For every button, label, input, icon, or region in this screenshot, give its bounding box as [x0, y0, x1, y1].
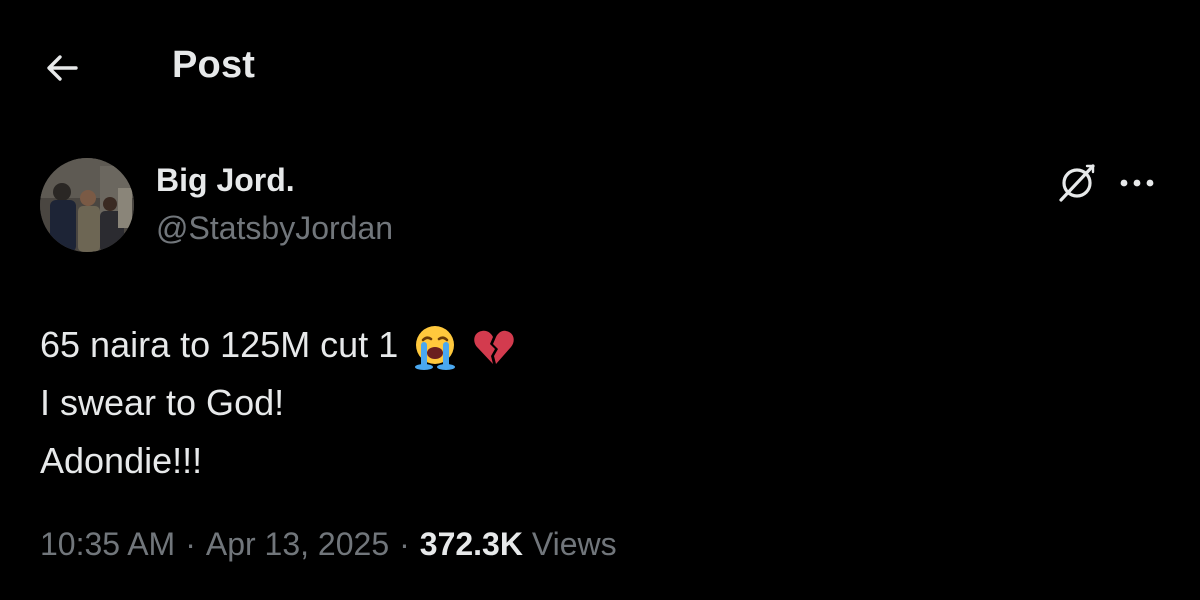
post-date[interactable]: Apr 13, 2025	[206, 526, 389, 562]
more-horizontal-icon	[1120, 179, 1154, 187]
back-button[interactable]	[40, 46, 84, 90]
post-line-3: Adondie!!!	[40, 440, 203, 481]
broken-heart-icon	[474, 331, 514, 365]
meta-separator: ·	[185, 526, 196, 562]
avatar[interactable]	[40, 158, 134, 252]
grok-icon	[1059, 164, 1095, 202]
author-handle[interactable]: @StatsbyJordan	[156, 210, 393, 247]
page-title: Post	[172, 44, 256, 86]
post-line-1: 65 naira to 125M cut 1	[40, 316, 516, 374]
post-line-1-text: 65 naira to 125M cut 1	[40, 324, 399, 365]
loudly-crying-face-icon	[415, 326, 456, 371]
views-count[interactable]: 372.3K	[420, 526, 523, 562]
top-bar: Post	[0, 0, 1200, 130]
arrow-left-icon	[47, 55, 78, 81]
meta-separator: ·	[399, 526, 410, 562]
avatar-photo	[40, 158, 134, 252]
post-line-2: I swear to God!	[40, 382, 285, 423]
views-label: Views	[531, 526, 617, 562]
post-time[interactable]: 10:35 AM	[40, 526, 175, 562]
post-meta: 10:35 AM · Apr 13, 2025 · 372.3K Views	[40, 526, 617, 563]
post-author: Big Jord. @StatsbyJordan	[40, 158, 1160, 258]
author-name[interactable]: Big Jord.	[156, 162, 295, 199]
more-options-button[interactable]	[1112, 158, 1162, 208]
post-body: 65 naira to 125M cut 1 I swear to God! A…	[40, 316, 516, 490]
grok-button[interactable]	[1052, 158, 1102, 208]
